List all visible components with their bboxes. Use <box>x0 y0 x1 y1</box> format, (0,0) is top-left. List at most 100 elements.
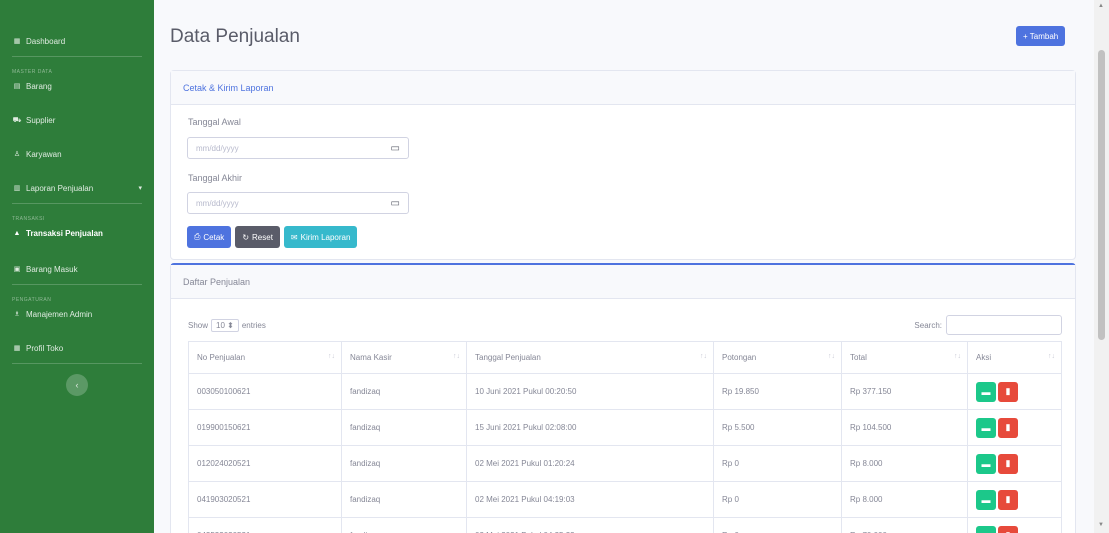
sidebar-divider <box>12 203 142 204</box>
date-placeholder: mm/dd/yyyy <box>196 198 239 208</box>
sidebar-item-label: Karyawan <box>26 149 62 159</box>
page-title: Data Penjualan <box>170 26 300 47</box>
sidebar-toggle-button[interactable]: ‹ <box>66 374 88 396</box>
trash-icon: ▮ <box>1005 422 1011 432</box>
sidebar-item-label: Supplier <box>26 115 56 125</box>
eye-icon: ▬ <box>981 386 991 397</box>
truck-icon: ⛟ <box>12 116 22 124</box>
cell-nama-kasir: fandizaq <box>341 517 467 533</box>
sidebar-item-label: Barang Masuk <box>26 264 78 274</box>
cell-no-penjualan: 003050100621 <box>188 373 342 410</box>
cell-no-penjualan: 012024020521 <box>188 445 342 482</box>
table-header-row: No Penjualan ↑↓ Nama Kasir ↑↓ Tanggal Penj… <box>188 341 1062 374</box>
user-icon: ♙ <box>13 151 21 158</box>
sidebar-item-laporan-penjualan[interactable]: ▥ Laporan Penjualan ▾ <box>0 177 154 199</box>
column-header[interactable]: Aksi ↑↓ <box>967 341 1062 374</box>
search-input[interactable] <box>946 315 1062 335</box>
cell-potongan: Rp 19.850 <box>713 373 842 410</box>
delete-button[interactable]: ▮ <box>998 489 1018 510</box>
users-icon: ♗ <box>13 311 21 318</box>
view-button[interactable]: ▬ <box>976 381 996 402</box>
print-button-label: Cetak <box>203 232 225 242</box>
delete-button[interactable]: ▮ <box>998 381 1018 402</box>
cart-icon: ▲ <box>13 229 21 237</box>
entries-label: entries <box>241 320 266 330</box>
sidebar: ▦ Dashboard MASTER DATA ▤ Barang ⛟ Suppl… <box>0 0 154 533</box>
reset-button-label: Reset <box>252 232 273 242</box>
cell-tanggal: 15 Juni 2021 Pukul 02:08:00 <box>466 409 714 446</box>
print-button[interactable]: ⎙ Cetak <box>187 226 232 248</box>
view-button[interactable]: ▬ <box>976 525 996 533</box>
cell-total: Rp 70.000 <box>841 517 968 533</box>
sidebar-item-dashboard[interactable]: ▦ Dashboard <box>0 30 154 52</box>
sidebar-item-barang[interactable]: ▤ Barang <box>0 75 154 97</box>
send-report-button[interactable]: ✉ Kirim Laporan <box>283 226 358 248</box>
end-date-input[interactable]: mm/dd/yyyy ▭ <box>187 192 409 214</box>
sort-icon: ↑↓ <box>828 353 835 360</box>
delete-button[interactable]: ▮ <box>998 417 1018 438</box>
view-button[interactable]: ▬ <box>976 453 996 474</box>
table-row: 043533020521 fandizaq 02 Mei 2021 Pukul … <box>188 517 1062 533</box>
trash-icon: ▮ <box>1005 386 1011 396</box>
sales-table: No Penjualan ↑↓ Nama Kasir ↑↓ Tanggal Penj… <box>188 341 1062 533</box>
sidebar-item-karyawan[interactable]: ♙ Karyawan <box>0 143 154 165</box>
cell-nama-kasir: fandizaq <box>341 373 467 410</box>
add-button[interactable]: + Tambah <box>1016 26 1066 46</box>
sidebar-item-label: Barang <box>26 81 52 91</box>
reset-button[interactable]: ↻ Reset <box>235 226 280 248</box>
cell-tanggal: 10 Juni 2021 Pukul 00:20:50 <box>466 373 714 410</box>
sidebar-item-transaksi-penjualan[interactable]: ▲ Transaksi Penjualan <box>0 222 154 244</box>
view-button[interactable]: ▬ <box>976 417 996 438</box>
cell-tanggal: 02 Mei 2021 Pukul 04:19:03 <box>466 481 714 518</box>
page-scrollbar[interactable]: ▲ ▼ <box>1094 0 1109 533</box>
column-header[interactable]: Total ↑↓ <box>841 341 968 374</box>
sidebar-divider <box>12 284 142 285</box>
card-header: Cetak & Kirim Laporan <box>171 71 1075 105</box>
delete-button[interactable]: ▮ <box>998 525 1018 533</box>
column-label: Total <box>850 353 867 362</box>
sidebar-item-profil-toko[interactable]: ▦ Profil Toko <box>0 337 154 359</box>
report-icon: ▥ <box>13 185 21 192</box>
sidebar-item-manajemen-admin[interactable]: ♗ Manajemen Admin <box>0 303 154 325</box>
scroll-down-icon[interactable]: ▼ <box>1098 522 1104 528</box>
report-actions: ⎙ Cetak ↻ Reset ✉ Kirim Laporan <box>187 226 358 248</box>
cell-no-penjualan: 043533020521 <box>188 517 342 533</box>
refresh-icon: ↻ <box>242 232 250 242</box>
column-header[interactable]: No Penjualan ↑↓ <box>188 341 342 374</box>
chevron-down-icon: ▾ <box>138 185 142 192</box>
store-icon: ▦ <box>13 345 21 352</box>
cell-tanggal: 02 Mei 2021 Pukul 04:35:33 <box>466 517 714 533</box>
delete-button[interactable]: ▮ <box>998 453 1018 474</box>
start-date-input[interactable]: mm/dd/yyyy ▭ <box>187 137 409 159</box>
cell-nama-kasir: fandizaq <box>341 445 467 482</box>
sidebar-item-label: Dashboard <box>26 36 66 46</box>
chevron-left-icon: ‹ <box>75 380 79 390</box>
dashboard-icon: ▦ <box>13 38 21 45</box>
trash-icon: ▮ <box>1005 494 1011 504</box>
sidebar-item-supplier[interactable]: ⛟ Supplier <box>0 109 154 131</box>
sort-icon: ↑↓ <box>700 353 707 360</box>
cell-aksi: ▬▮ <box>967 373 1062 410</box>
scroll-thumb[interactable] <box>1098 50 1105 340</box>
sidebar-item-barang-masuk[interactable]: ▣ Barang Masuk <box>0 258 154 280</box>
entries-select[interactable]: 10 ⬍ <box>211 318 239 332</box>
cell-aksi: ▬▮ <box>967 409 1062 446</box>
calendar-icon[interactable]: ▭ <box>391 143 400 154</box>
table-row: 012024020521 fandizaq 02 Mei 2021 Pukul … <box>188 445 1062 482</box>
show-label: Show <box>188 320 209 330</box>
calendar-icon[interactable]: ▭ <box>391 198 400 209</box>
column-header[interactable]: Potongan ↑↓ <box>713 341 842 374</box>
cell-nama-kasir: fandizaq <box>341 481 467 518</box>
column-header[interactable]: Tanggal Penjualan ↑↓ <box>466 341 714 374</box>
card-header: Daftar Penjualan <box>171 265 1075 299</box>
cell-potongan: Rp 5.500 <box>713 409 842 446</box>
main-content: Data Penjualan + Tambah Cetak & Kirim La… <box>154 0 1094 533</box>
scroll-up-icon[interactable]: ▲ <box>1098 3 1104 9</box>
grid-icon: ▤ <box>13 83 21 90</box>
sidebar-heading: MASTER DATA <box>12 69 53 75</box>
column-header[interactable]: Nama Kasir ↑↓ <box>341 341 467 374</box>
sidebar-heading: TRANSAKSI <box>12 216 45 222</box>
sidebar-divider <box>12 363 142 364</box>
view-button[interactable]: ▬ <box>976 489 996 510</box>
sidebar-item-label: Transaksi Penjualan <box>26 228 103 238</box>
